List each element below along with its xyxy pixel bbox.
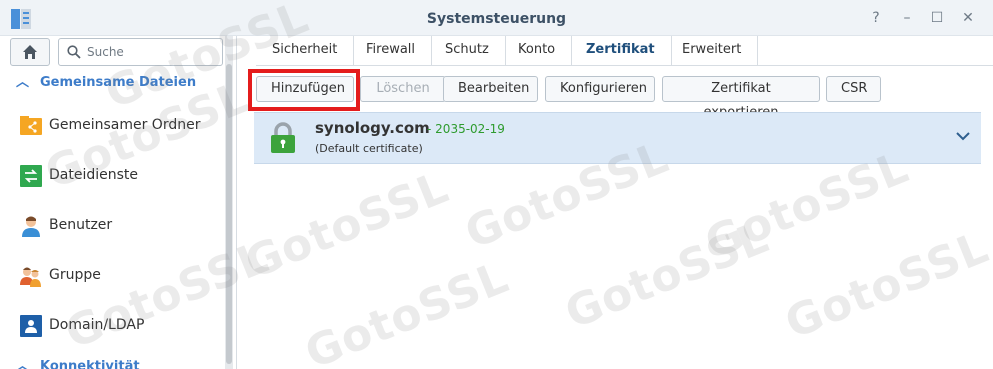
chevron-down-icon[interactable] [955,129,971,143]
tab-bar: Sicherheit Firewall Schutz Konto Zertifi… [256,36,993,66]
home-button[interactable] [10,38,50,66]
title-bar: Systemsteuerung ? – ☐ ✕ [0,0,993,36]
search-box[interactable] [58,38,223,66]
main-panel: Sicherheit Firewall Schutz Konto Zertifi… [238,36,993,369]
certificate-expiry: - 2035-02-19 [427,122,505,136]
lock-icon [271,122,295,153]
section-header-shared-files[interactable]: ︿ Gemeinsame Dateien [0,68,225,98]
sidebar-item-label: Gemeinsamer Ordner [49,117,201,133]
csr-button[interactable]: CSR [826,76,881,102]
sidebar-item-label: Domain/LDAP [49,317,145,333]
certificate-row[interactable]: synology.com - 2035-02-19 (Default certi… [254,112,981,164]
section-header-connectivity[interactable]: ︿ Konnektivität [0,352,225,369]
maximize-icon[interactable]: ☐ [929,10,945,26]
minimize-icon[interactable]: – [899,10,915,26]
sidebar-item-label: Benutzer [49,217,113,233]
tab-account[interactable]: Konto [502,36,573,66]
add-button[interactable]: Hinzufügen [256,76,354,102]
section-label: Gemeinsame Dateien [40,75,197,90]
expiry-date: 2035-02-19 [435,122,505,136]
sidebar-top-bar [10,38,225,66]
sidebar-item-label: Dateidienste [49,167,139,183]
certificate-name: synology.com [315,119,430,137]
sidebar-item-group[interactable]: Gruppe [0,254,225,298]
help-icon[interactable]: ? [868,10,884,26]
sidebar: ︿ Gemeinsame Dateien Gemeinsamer Ordner … [0,36,237,369]
group-icon [20,267,41,287]
close-icon[interactable]: ✕ [960,10,976,26]
window-title: Systemsteuerung [426,11,567,27]
sidebar-item-domain-ldap[interactable]: Domain/LDAP [0,304,225,348]
sidebar-item-user[interactable]: Benutzer [0,204,225,248]
tab-protection[interactable]: Schutz [429,36,506,66]
section-label: Konnektivität [40,359,140,369]
delete-button[interactable]: Löschen [360,76,446,102]
chevron-up-icon: ︿ [16,75,30,90]
user-icon [22,216,40,237]
sidebar-scrollbar[interactable] [225,36,233,369]
toolbar: Hinzufügen Löschen Bearbeiten Konfigurie… [250,76,985,120]
scrollbar-thumb[interactable] [226,64,232,364]
expiry-separator: - [427,122,432,136]
home-icon [23,45,37,59]
sidebar-item-label: Gruppe [49,267,101,283]
tab-firewall[interactable]: Firewall [350,36,433,66]
shared-folder-icon [20,116,42,135]
search-icon [67,45,81,59]
search-input[interactable] [87,43,217,61]
chevron-up-icon: ︿ [16,359,30,369]
tab-advanced[interactable]: Erweitert [666,36,759,66]
domain-ldap-icon [20,315,42,337]
tab-security[interactable]: Sicherheit [256,36,355,66]
sidebar-item-shared-folder[interactable]: Gemeinsamer Ordner [0,104,225,148]
configure-button[interactable]: Konfigurieren [545,76,655,102]
sidebar-item-file-services[interactable]: Dateidienste [0,154,225,198]
edit-button[interactable]: Bearbeiten [443,76,538,102]
tab-certificate[interactable]: Zertifikat [570,36,672,66]
certificate-note: (Default certificate) [315,142,423,155]
export-certificate-button[interactable]: Zertifikat exportieren [662,76,820,120]
file-services-icon [20,165,42,187]
